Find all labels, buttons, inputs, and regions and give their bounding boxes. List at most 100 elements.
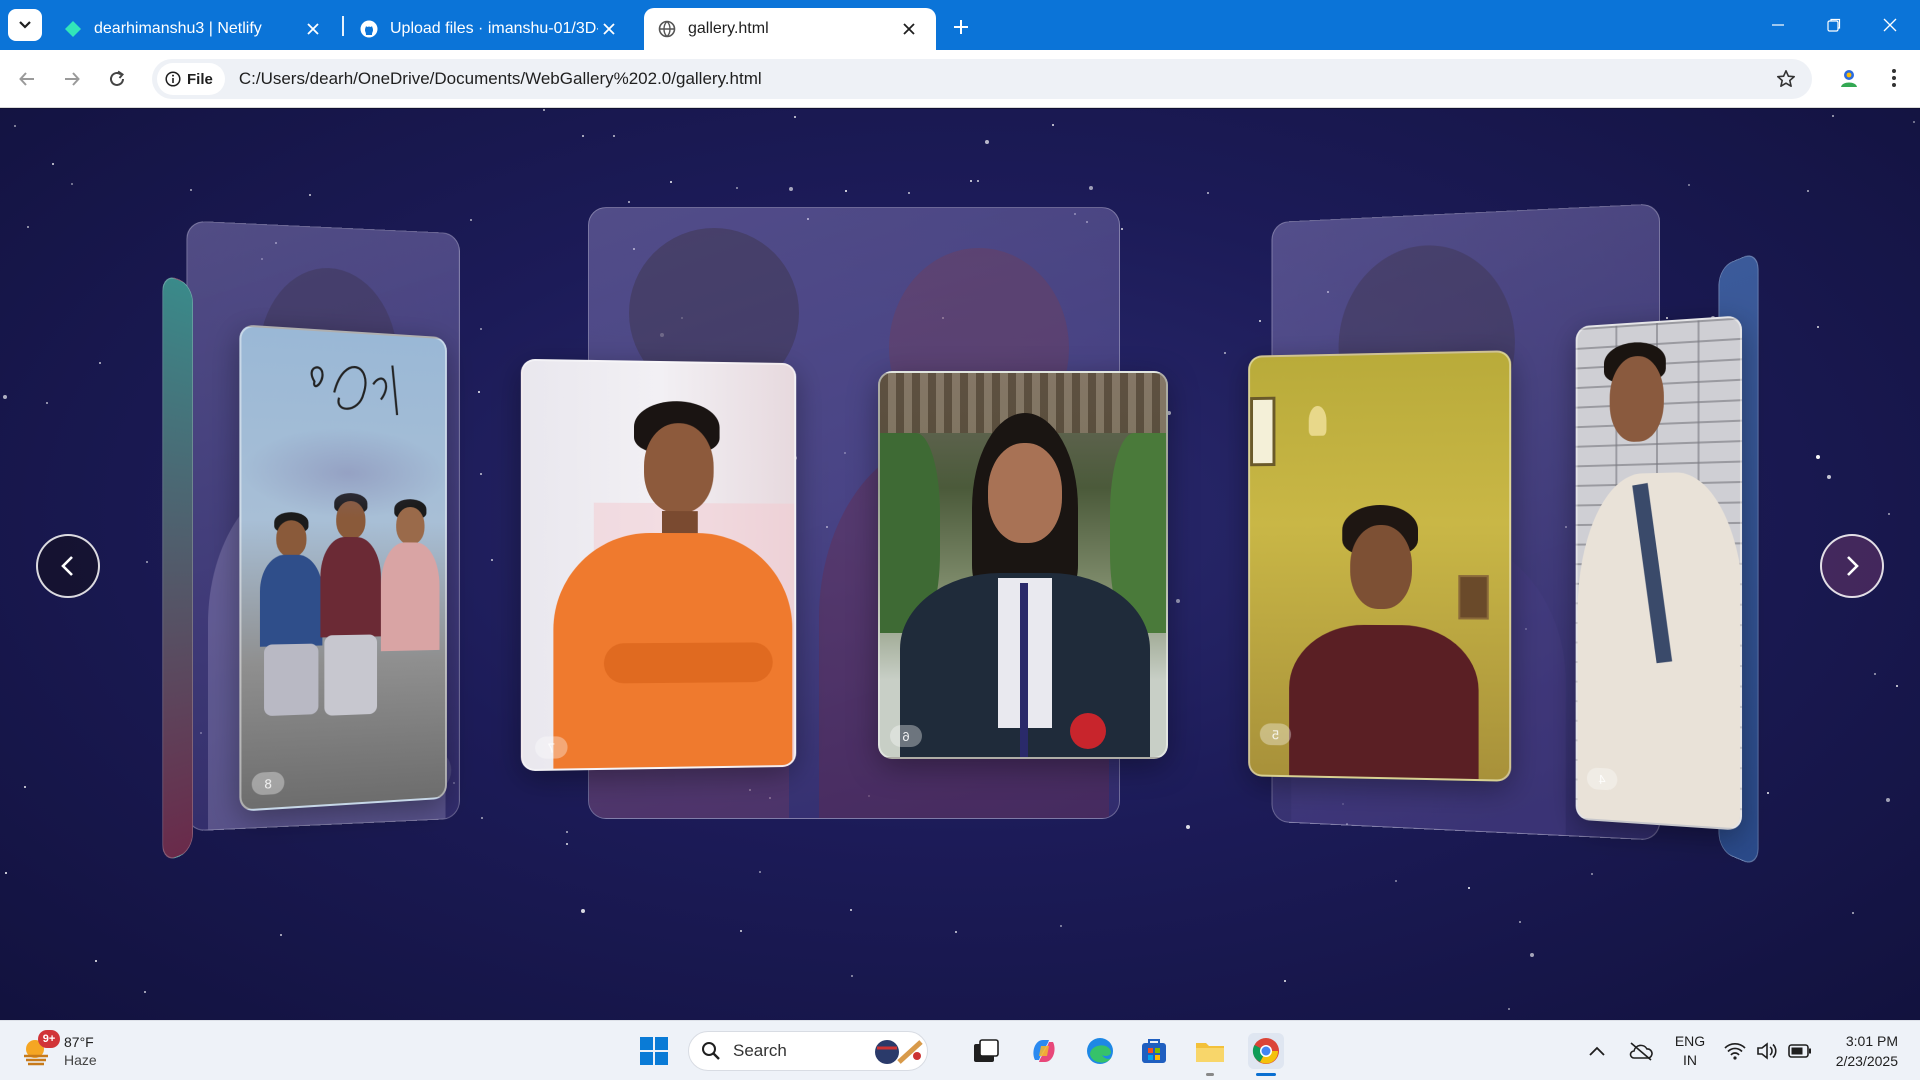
restore-icon [1827,18,1841,32]
gallery-card[interactable]: 4 [1576,315,1742,830]
gallery-card[interactable]: 7 [521,359,796,771]
url-text[interactable]: C:/Users/dearh/OneDrive/Documents/WebGal… [239,69,1766,89]
card-badge: 5 [1260,723,1291,745]
info-icon [165,71,181,87]
star-dot [1519,921,1521,923]
windows-taskbar: 9+ 87°F Haze Search ENG IN 3:01 PM 2/23/… [0,1020,1920,1080]
star-dot [670,181,672,183]
star-dot [71,183,73,185]
star-dot [46,402,48,404]
close-window-button[interactable] [1872,10,1908,40]
back-button[interactable] [12,64,42,94]
reload-button[interactable] [102,64,132,94]
star-dot [970,180,972,182]
star-dot [1913,121,1915,123]
star-dot [14,125,16,127]
battery-icon [1788,1044,1812,1058]
copilot-button[interactable] [1026,1033,1062,1069]
star-dot [759,871,761,873]
chevron-down-icon [18,20,32,30]
tray-overflow-button[interactable] [1588,1021,1606,1080]
star-dot [27,226,29,228]
star-dot [1827,475,1831,479]
star-dot [850,909,852,911]
language-code: ENG [1675,1032,1705,1051]
start-button[interactable] [636,1033,672,1069]
system-clock[interactable]: 3:01 PM 2/23/2025 [1818,1031,1898,1071]
new-tab-button[interactable] [946,12,976,42]
star-dot [1530,953,1534,957]
star-dot [1816,455,1820,459]
taskbar-search[interactable]: Search [688,1031,928,1071]
tab-close-icon[interactable] [302,18,324,40]
volume-icon [1756,1042,1778,1060]
site-info-chip[interactable]: File [157,63,225,95]
chevron-up-icon [1588,1045,1606,1057]
star-dot [144,991,146,993]
file-explorer-button[interactable] [1192,1033,1228,1069]
tab-title: dearhimanshu3 | Netlify [94,20,302,38]
star-dot [1259,320,1261,322]
gallery-card[interactable]: 8 [239,324,447,811]
gallery-card[interactable]: 5 [1248,350,1511,782]
task-view-button[interactable] [968,1033,1004,1069]
github-icon [360,20,378,38]
weather-alert-badge: 9+ [38,1030,60,1048]
onedrive-button[interactable] [1628,1021,1654,1080]
weather-widget[interactable]: 9+ 87°F Haze [20,1029,97,1073]
close-icon [1883,18,1897,32]
tab-netlify[interactable]: dearhimanshu3 | Netlify [50,8,340,50]
restore-button[interactable] [1816,10,1852,40]
scheme-label: File [187,71,213,88]
edge-button[interactable] [1082,1033,1118,1069]
star-dot [3,395,7,399]
cricket-highlight-icon [869,1034,927,1068]
tab-search-button[interactable] [8,9,42,41]
input-language[interactable]: ENG IN [1672,1021,1708,1080]
netlify-icon [64,20,82,38]
star-dot [1468,887,1470,889]
star-dot [1176,599,1180,603]
tab-github[interactable]: Upload files · imanshu-01/3D-Gallery [346,8,636,50]
task-view-icon [972,1038,1000,1064]
star-dot [52,163,54,165]
star-dot [95,960,97,962]
star-dot [789,187,793,191]
quick-settings-button[interactable] [1724,1021,1812,1080]
minimize-button[interactable] [1760,10,1796,40]
star-dot [1896,685,1898,687]
prev-button[interactable] [36,534,100,598]
star-dot [1284,980,1286,982]
tab-gallery[interactable]: gallery.html [644,8,936,50]
tab-close-icon[interactable] [598,18,620,40]
forward-button[interactable] [57,64,87,94]
address-bar[interactable]: File C:/Users/dearh/OneDrive/Documents/W… [152,59,1812,99]
cloud-offline-icon [1628,1041,1654,1061]
star-dot [1688,184,1690,186]
star-dot [480,473,482,475]
tab-title: Upload files · imanshu-01/3D-Gallery [390,20,598,38]
star-dot [146,561,148,563]
store-button[interactable] [1136,1033,1172,1069]
chrome-button[interactable] [1248,1033,1284,1069]
search-placeholder: Search [733,1041,869,1061]
star-dot [478,391,480,393]
edge-card-left[interactable] [162,273,193,864]
globe-icon [658,20,676,38]
star-dot [1224,352,1226,354]
tab-close-icon[interactable] [898,18,920,40]
weather-haze-icon: 9+ [20,1034,54,1068]
star-dot [1886,798,1890,802]
browser-menu-button[interactable] [1878,62,1910,94]
next-button[interactable] [1820,534,1884,598]
star-dot [543,109,545,111]
extension-button[interactable] [1833,62,1865,94]
weather-condition: Haze [64,1051,97,1069]
star-dot [1186,825,1190,829]
wifi-icon [1724,1042,1746,1060]
card-badge: 6 [890,725,922,747]
star-dot [1060,925,1062,927]
star-dot [908,192,910,194]
gallery-card[interactable]: 6 [878,371,1168,759]
bookmark-button[interactable] [1766,59,1806,99]
